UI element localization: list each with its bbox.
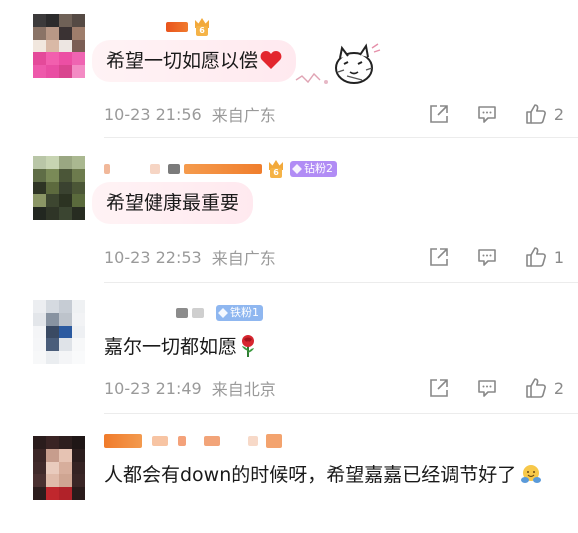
fan-badge: 钻粉2 (290, 161, 337, 177)
comment-text: 嘉尔一切都如愿 (92, 326, 271, 368)
comment-body: 人都会有down的时候呀，希望嘉嘉已经调节好了 (104, 464, 517, 486)
red-heart-emoji (260, 51, 282, 69)
comment-time: 10-23 21:49 (104, 378, 202, 398)
avatar[interactable] (33, 156, 85, 220)
thumbs-up-icon (526, 247, 546, 267)
comment-time: 10-23 21:56 (104, 104, 202, 124)
comment-actions: 1 (428, 245, 564, 269)
comment-icon (478, 249, 496, 266)
comment-body: 希望健康最重要 (106, 192, 240, 214)
reply-button[interactable] (476, 377, 498, 399)
username-row: 6 (104, 16, 212, 38)
comment-body: 嘉尔一切都如愿 (104, 336, 238, 358)
comment-icon (478, 106, 496, 123)
comment-meta: 10-23 21:49 来自北京 2 (104, 376, 564, 400)
comment-icon (478, 380, 496, 397)
reply-button[interactable] (476, 246, 498, 268)
username-redacted[interactable] (104, 434, 142, 448)
like-count: 1 (553, 247, 564, 267)
comment-text: 人都会有down的时候呀，希望嘉嘉已经调节好了 (92, 462, 554, 488)
like-button[interactable]: 2 (524, 376, 564, 400)
reply-button[interactable] (476, 103, 498, 125)
vip-crown-icon: 6 (266, 159, 286, 179)
avatar[interactable] (33, 436, 85, 500)
like-count: 2 (553, 104, 564, 124)
share-icon (430, 105, 448, 123)
comment-text: 希望健康最重要 (92, 182, 254, 224)
like-count: 2 (553, 378, 564, 398)
avatar[interactable] (33, 14, 85, 78)
like-button[interactable]: 2 (524, 102, 564, 126)
comment-meta: 10-23 22:53 来自广东 1 (104, 245, 564, 269)
avatar[interactable] (33, 300, 85, 364)
hug-emoji (521, 465, 542, 483)
divider (104, 413, 578, 414)
comment-text: 希望一切如愿以偿 (92, 40, 297, 82)
username-row (104, 430, 282, 452)
like-button[interactable]: 1 (524, 245, 564, 269)
username-redacted[interactable] (176, 308, 188, 318)
rose-emoji (242, 335, 255, 357)
share-button[interactable] (428, 103, 450, 125)
fan-badge: 铁粉1 (216, 305, 263, 321)
username-row: 铁粉1 (104, 302, 263, 324)
thumbs-up-icon (526, 104, 546, 124)
divider (104, 282, 578, 283)
comment-location: 来自广东 (211, 106, 276, 125)
comment-meta: 10-23 21:56 来自广东 2 (104, 102, 564, 126)
divider (104, 137, 578, 138)
share-button[interactable] (428, 377, 450, 399)
username-redacted[interactable] (104, 164, 110, 174)
thumbs-up-icon (526, 378, 546, 398)
share-icon (430, 379, 448, 397)
share-icon (430, 248, 448, 266)
comment-actions: 2 (428, 102, 564, 126)
comment-body: 希望一切如愿以偿 (106, 50, 259, 72)
comment-time: 10-23 22:53 (104, 247, 202, 267)
username-row: 6 钻粉2 (104, 158, 337, 180)
vip-crown-icon: 6 (192, 17, 212, 37)
comment-actions: 2 (428, 376, 564, 400)
cat-decoration-icon (295, 43, 381, 84)
comment-location: 来自北京 (211, 380, 276, 399)
comment-location: 来自广东 (211, 249, 276, 268)
username-redacted[interactable] (166, 22, 188, 32)
share-button[interactable] (428, 246, 450, 268)
